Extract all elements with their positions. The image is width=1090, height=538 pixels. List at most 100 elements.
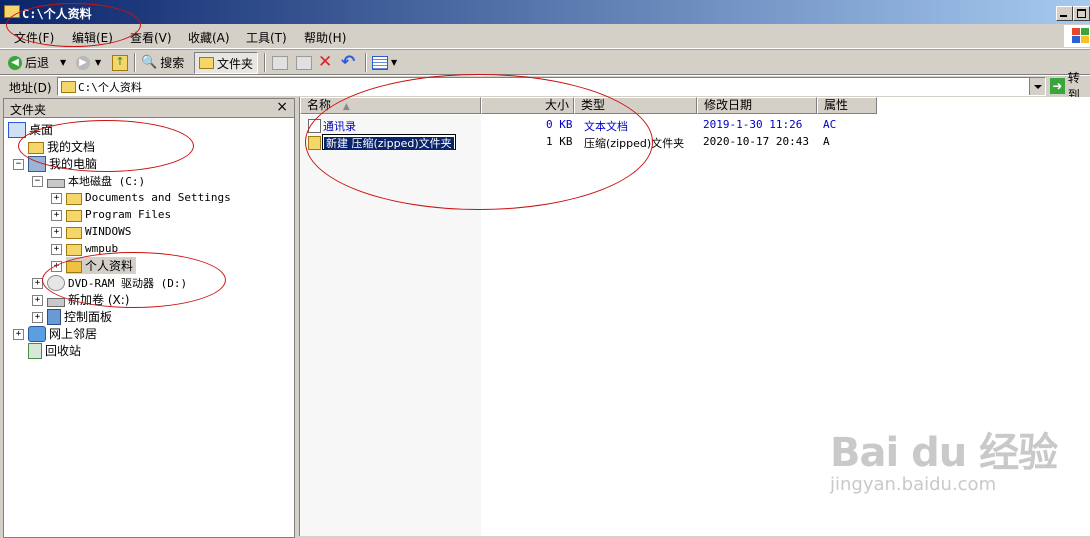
rename-input[interactable]: 新建 压缩(zipped)文件夹 bbox=[322, 134, 456, 151]
menu-edit[interactable]: 编辑(E) bbox=[72, 29, 113, 46]
tree-item-desktop[interactable]: 桌面 bbox=[8, 121, 53, 138]
table-row[interactable]: 新建 压缩(zipped)文件夹 1 KB 压缩(zipped)文件夹 2020… bbox=[300, 134, 1090, 151]
tree-item-documents-and-settings[interactable]: Documents and Settings bbox=[66, 189, 231, 206]
dropdown-arrow-icon[interactable]: ▼ bbox=[95, 58, 101, 67]
collapse-toggle[interactable]: − bbox=[32, 176, 43, 187]
folders-pane-title: 文件夹 bbox=[10, 103, 47, 117]
rename-input-text: 新建 压缩(zipped)文件夹 bbox=[323, 136, 455, 151]
views-button[interactable]: ▼ bbox=[372, 54, 397, 71]
delete-button[interactable]: ✕ bbox=[318, 54, 332, 71]
folder-icon bbox=[61, 81, 76, 93]
up-button[interactable]: ↑ bbox=[112, 54, 128, 71]
go-button[interactable]: ➜ 转到 bbox=[1050, 71, 1090, 102]
menu-file[interactable]: 文件(F) bbox=[14, 29, 54, 46]
address-bar: 地址(D) C:\个人资料 ➜ 转到 bbox=[0, 71, 1090, 102]
title-bar: C:\个人资料 bbox=[0, 0, 1090, 24]
tree-item-new-volume-x[interactable]: 新加卷 (X:) bbox=[47, 291, 129, 308]
column-header-name[interactable]: 名称 ▲ bbox=[300, 97, 481, 114]
tree-item-windows[interactable]: WINDOWS bbox=[66, 223, 131, 240]
column-header-modified[interactable]: 修改日期 bbox=[697, 97, 817, 114]
forward-arrow-icon: ▶ bbox=[76, 55, 90, 70]
address-dropdown-button[interactable] bbox=[1029, 78, 1045, 95]
network-icon bbox=[28, 325, 46, 342]
file-size: 0 KB bbox=[546, 118, 573, 131]
tree-item-dvd-drive-d[interactable]: DVD-RAM 驱动器 (D:) bbox=[47, 274, 187, 291]
expand-toggle[interactable]: + bbox=[51, 244, 62, 255]
move-to-icon bbox=[272, 55, 288, 70]
window-title: C:\个人资料 bbox=[22, 7, 92, 21]
recycle-bin-icon bbox=[28, 342, 42, 359]
my-computer-icon bbox=[28, 155, 46, 172]
menu-view[interactable]: 查看(V) bbox=[130, 29, 172, 46]
column-header-size[interactable]: 大小 bbox=[481, 97, 574, 114]
folders-pane-header: 文件夹 × bbox=[4, 99, 294, 118]
folder-icon bbox=[66, 192, 82, 205]
tree-item-label: 新加卷 (X:) bbox=[68, 293, 130, 307]
folder-icon bbox=[4, 5, 20, 18]
my-documents-icon bbox=[28, 141, 44, 154]
tree-item-label: 个人资料 bbox=[85, 259, 134, 273]
expand-toggle[interactable]: + bbox=[32, 312, 43, 323]
tree-item-label: wmpub bbox=[85, 242, 119, 255]
move-to-button[interactable] bbox=[272, 54, 288, 71]
file-type: 压缩(zipped)文件夹 bbox=[584, 137, 685, 150]
menu-help[interactable]: 帮助(H) bbox=[304, 29, 346, 46]
file-type: 文本文档 bbox=[584, 120, 628, 133]
tree-item-local-disk-c[interactable]: 本地磁盘 (C:) bbox=[47, 172, 145, 189]
tree-item-wmpub[interactable]: wmpub bbox=[66, 240, 118, 257]
maximize-button[interactable] bbox=[1073, 6, 1090, 21]
collapse-toggle[interactable]: − bbox=[13, 159, 24, 170]
folders-button[interactable]: 文件夹 bbox=[194, 52, 259, 74]
folders-icon bbox=[199, 57, 214, 69]
tree-item-my-computer[interactable]: 我的电脑 bbox=[28, 155, 97, 172]
tree-item-network[interactable]: 网上邻居 bbox=[28, 325, 97, 342]
tree-item-label: Program Files bbox=[85, 208, 172, 221]
expand-toggle[interactable]: + bbox=[32, 278, 43, 289]
back-arrow-icon: ◀ bbox=[8, 55, 22, 70]
dropdown-arrow-icon[interactable]: ▼ bbox=[391, 58, 397, 67]
column-header-type[interactable]: 类型 bbox=[574, 97, 697, 114]
table-row[interactable]: 通讯录 0 KB 文本文档 2019-1-30 11:26 AC bbox=[300, 117, 1090, 133]
copy-to-icon bbox=[296, 55, 312, 70]
expand-toggle[interactable]: + bbox=[32, 295, 43, 306]
sorted-column-highlight bbox=[300, 115, 481, 536]
tree-item-label: 本地磁盘 (C:) bbox=[68, 174, 146, 188]
dvd-drive-icon bbox=[47, 274, 65, 291]
tree-item-label: 网上邻居 bbox=[49, 327, 98, 341]
undo-button[interactable]: ↶ bbox=[341, 54, 355, 71]
go-arrow-icon: ➜ bbox=[1050, 78, 1065, 94]
back-button[interactable]: ◀ 后退 ▼ bbox=[8, 54, 66, 71]
tree-item-program-files[interactable]: Program Files bbox=[66, 206, 171, 223]
tree-item-personal-files[interactable]: 个人资料 bbox=[66, 257, 137, 274]
hard-drive-icon bbox=[47, 297, 65, 307]
open-folder-icon bbox=[66, 260, 82, 273]
column-header-attributes[interactable]: 属性 bbox=[817, 97, 877, 114]
forward-button[interactable]: ▶ ▼ bbox=[76, 54, 101, 71]
tree-item-label: 控制面板 bbox=[64, 310, 113, 324]
up-folder-icon: ↑ bbox=[112, 54, 128, 71]
expand-toggle[interactable]: + bbox=[51, 210, 62, 221]
expand-toggle[interactable]: + bbox=[51, 261, 62, 272]
tree-item-recycle-bin[interactable]: 回收站 bbox=[28, 342, 81, 359]
search-button[interactable]: 🔍 搜索 bbox=[141, 54, 184, 71]
tree-item-my-documents[interactable]: 我的文档 bbox=[28, 138, 95, 155]
control-panel-icon bbox=[47, 308, 61, 325]
zip-folder-icon bbox=[308, 136, 321, 150]
expand-toggle[interactable]: + bbox=[51, 227, 62, 238]
dropdown-arrow-icon[interactable]: ▼ bbox=[60, 58, 66, 67]
baidu-watermark: Bai du 经验 jingyan.baidu.com bbox=[830, 420, 1058, 495]
minimize-button[interactable] bbox=[1056, 6, 1073, 21]
tree-item-control-panel[interactable]: 控制面板 bbox=[47, 308, 112, 325]
menu-tools[interactable]: 工具(T) bbox=[246, 29, 287, 46]
back-label: 后退 bbox=[25, 56, 50, 70]
sort-ascending-icon: ▲ bbox=[342, 102, 350, 112]
folder-icon bbox=[66, 209, 82, 222]
expand-toggle[interactable]: + bbox=[13, 329, 24, 340]
expand-toggle[interactable]: + bbox=[51, 193, 62, 204]
menu-favorites[interactable]: 收藏(A) bbox=[188, 29, 230, 46]
close-icon[interactable]: × bbox=[276, 99, 288, 115]
address-input[interactable]: C:\个人资料 bbox=[57, 77, 1046, 96]
folder-icon bbox=[66, 243, 82, 256]
folder-icon bbox=[66, 226, 82, 239]
copy-to-button[interactable] bbox=[296, 54, 312, 71]
